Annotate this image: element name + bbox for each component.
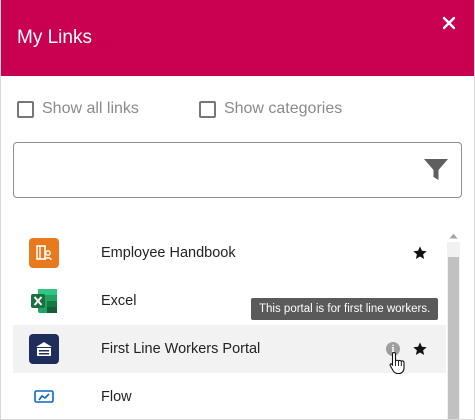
list-item-label: Employee Handbook [101, 245, 236, 261]
list-item-label: First Line Workers Portal [101, 341, 261, 357]
search-input[interactable] [14, 143, 405, 197]
show-all-links-option[interactable]: Show all links [17, 100, 139, 118]
list-item-first-line-workers-portal[interactable]: First Line Workers Portal i [13, 325, 446, 375]
search-box [13, 142, 462, 198]
scroll-track[interactable] [447, 242, 460, 419]
list-scrollbar[interactable] [447, 229, 460, 419]
list-item-flow[interactable]: Flow [13, 373, 446, 419]
close-button[interactable] [440, 14, 458, 32]
links-list: Employee Handbook Excel First Line Worke… [13, 229, 446, 419]
star-icon[interactable] [412, 341, 428, 357]
portal-icon [29, 334, 59, 364]
excel-icon [29, 286, 59, 316]
handbook-icon [29, 238, 59, 268]
list-item-employee-handbook[interactable]: Employee Handbook [13, 229, 446, 277]
list-item-label: Flow [101, 389, 132, 405]
panel-header: My Links [1, 0, 474, 76]
info-tooltip: This portal is for first line workers. [251, 298, 439, 320]
options-row: Show all links Show categories [1, 76, 474, 142]
flow-icon [29, 382, 59, 412]
show-categories-label: Show categories [223, 100, 343, 117]
show-all-links-label: Show all links [42, 100, 139, 117]
panel-title: My Links [17, 27, 92, 48]
scroll-thumb[interactable] [448, 257, 459, 419]
show-categories-option[interactable]: Show categories [198, 100, 343, 118]
close-icon [442, 16, 456, 30]
show-all-links-checkbox[interactable] [17, 100, 34, 118]
scroll-up-icon[interactable] [447, 229, 460, 242]
my-links-panel: My Links Show all links Show categories [0, 0, 475, 420]
filter-icon[interactable] [423, 157, 449, 183]
show-categories-checkbox[interactable] [198, 100, 216, 118]
list-item-label: Excel [101, 293, 137, 309]
star-icon[interactable] [412, 245, 428, 261]
hand-cursor-icon [389, 351, 405, 375]
